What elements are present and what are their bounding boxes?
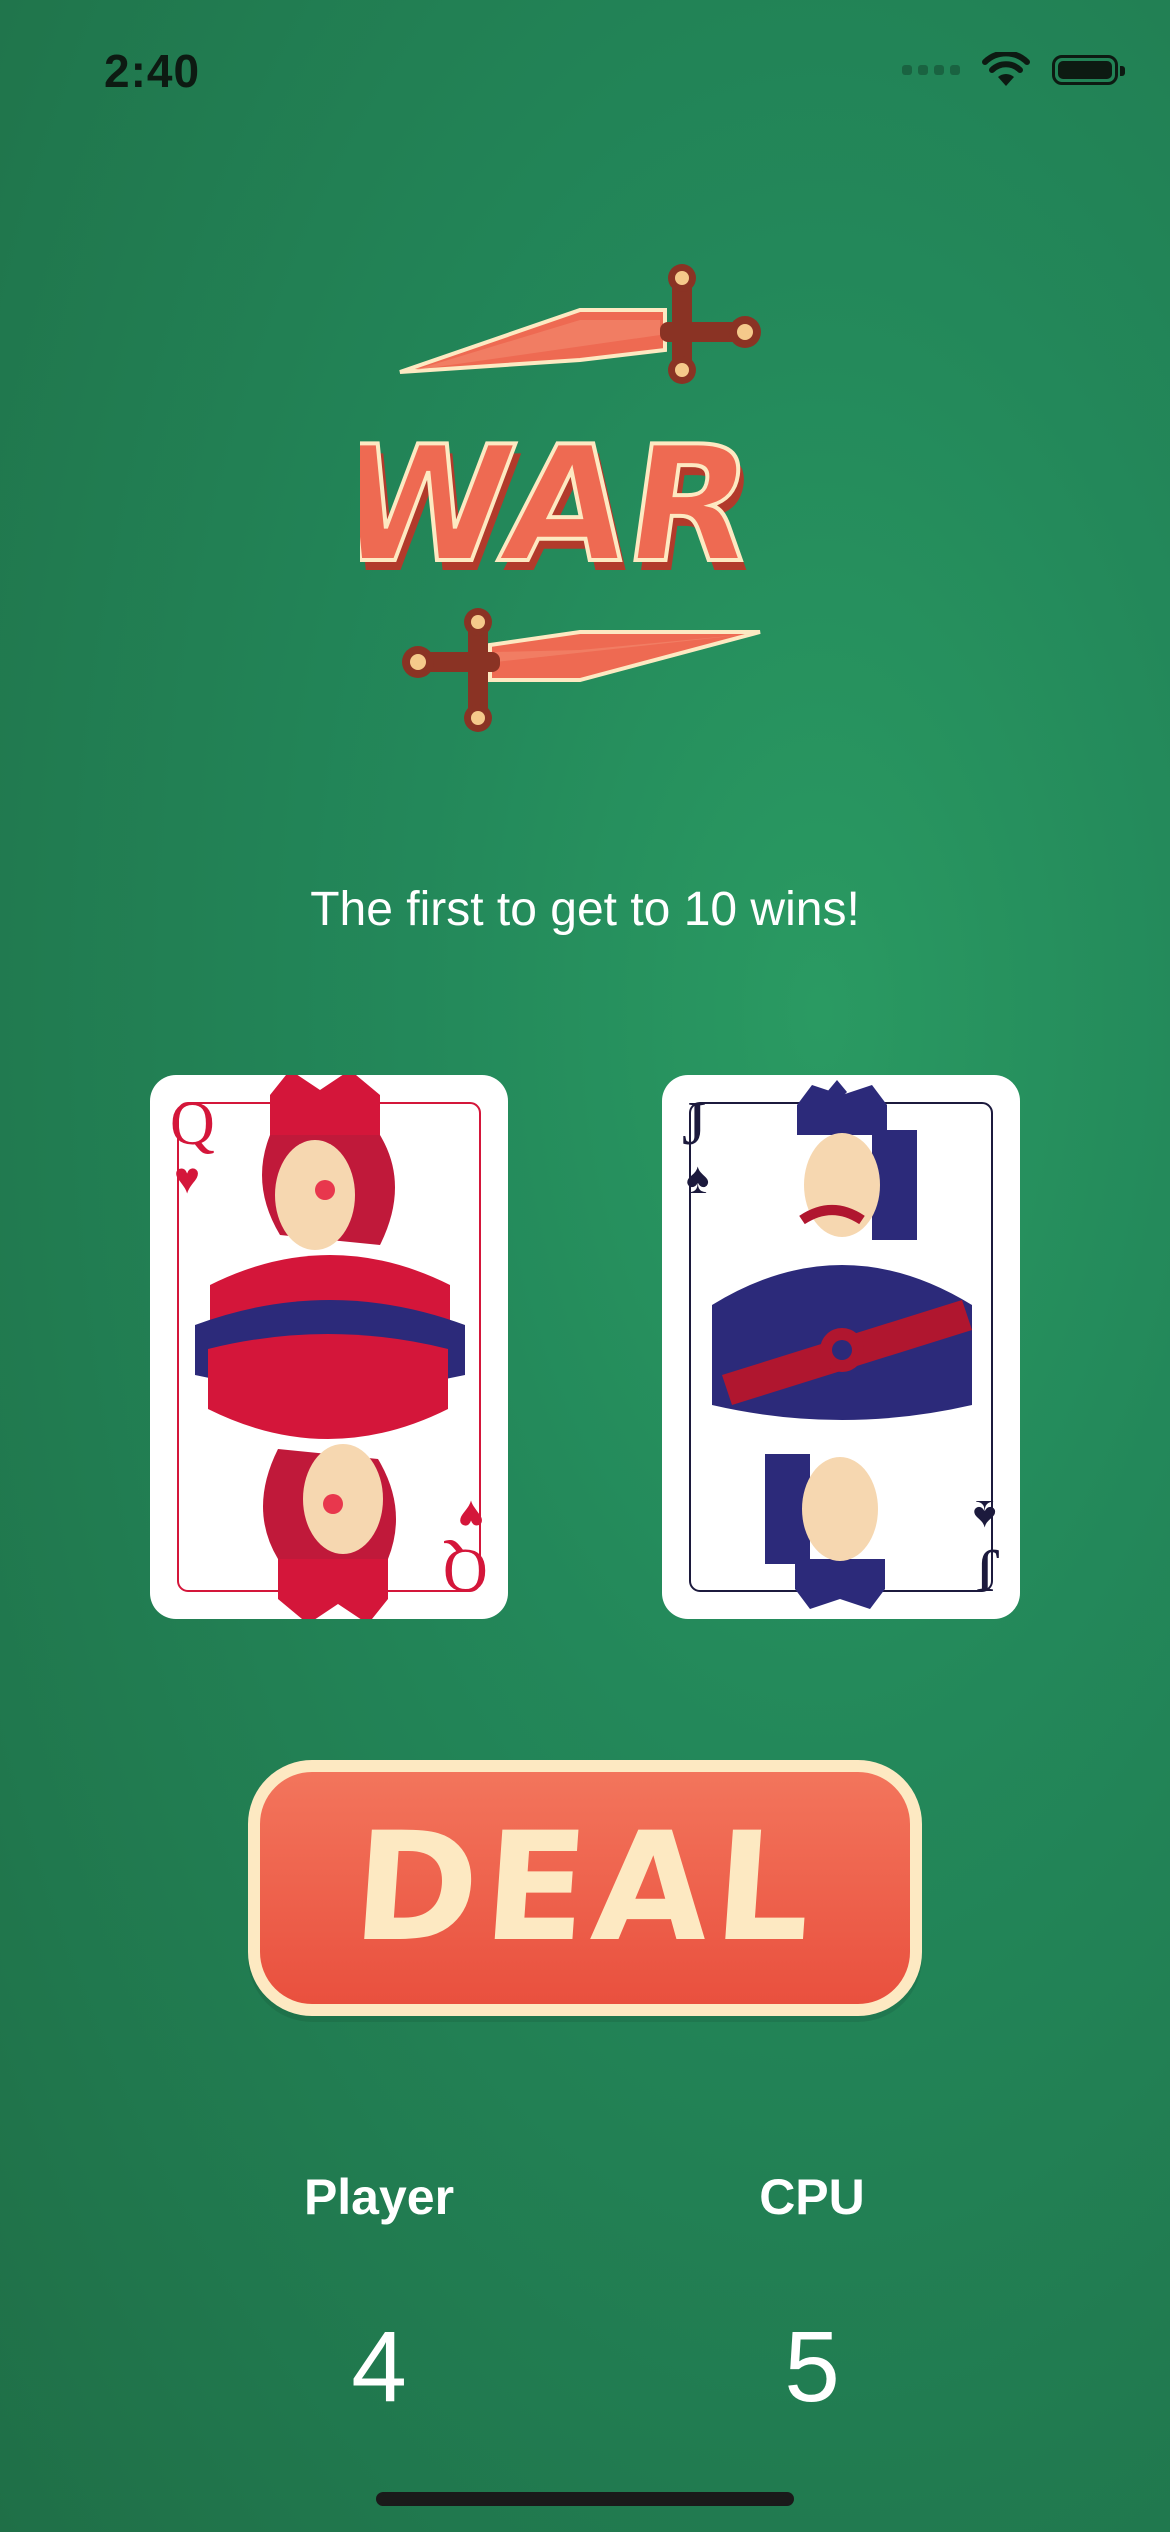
player-score-label: Player <box>303 2169 455 2225</box>
status-icons <box>902 52 1125 88</box>
card-rank: J <box>682 1090 707 1158</box>
home-indicator[interactable] <box>376 2492 794 2506</box>
rules-tagline: The first to get to 10 wins! <box>310 883 860 936</box>
logo-letters: WAR WAR <box>320 410 770 608</box>
wifi-icon <box>982 52 1030 86</box>
heart-icon: ♥ <box>457 1491 484 1540</box>
card-rank: J <box>975 1536 1000 1604</box>
war-logo: WAR WAR <box>320 260 800 740</box>
cpu-score-label: CPU <box>759 2169 865 2225</box>
card-rank: Q <box>443 1536 488 1604</box>
card-rank: Q <box>170 1090 215 1158</box>
status-bar: 2:40 <box>0 0 1170 150</box>
deal-button-label: DEAL <box>347 1801 823 1975</box>
heart-icon: ♥ <box>174 1154 201 1203</box>
svg-text:WAR: WAR <box>360 412 765 598</box>
jack-illustration <box>689 1080 993 1609</box>
signal-icon <box>902 65 960 75</box>
cpu-card: J ♠ ♠ J <box>662 1075 1020 1619</box>
spade-icon: ♠ <box>972 1491 996 1540</box>
sword-icon <box>402 608 761 732</box>
cpu-score-value: 5 <box>784 2311 840 2423</box>
battery-icon <box>1052 55 1125 85</box>
spade-icon: ♠ <box>686 1154 710 1203</box>
player-score-value: 4 <box>351 2311 407 2423</box>
status-time: 2:40 <box>104 45 201 97</box>
deal-button[interactable]: DEAL <box>248 1760 922 2016</box>
player-card: Q ♥ ♥ Q <box>150 1075 508 1619</box>
sword-icon <box>399 264 761 384</box>
